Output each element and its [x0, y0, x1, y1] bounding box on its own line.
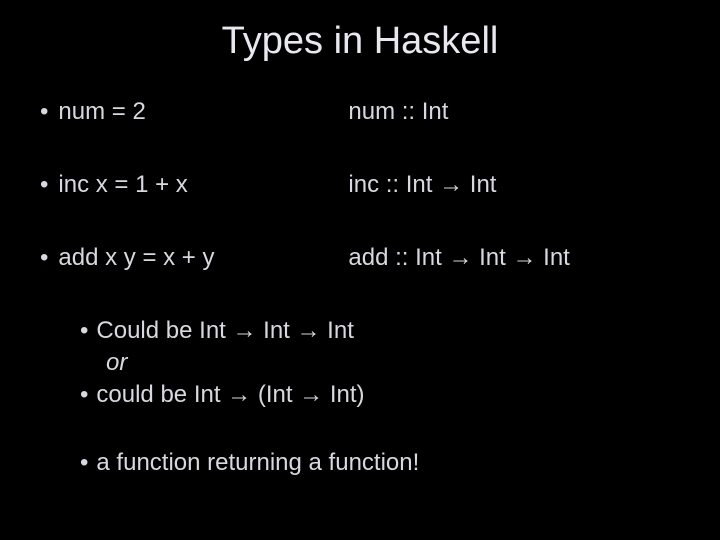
- definition-text: add x y = x + y: [58, 244, 348, 272]
- sub-bullets: • Could be Int → Int → Int or • could be…: [30, 317, 690, 477]
- sub-text: a function returning a function!: [96, 449, 419, 477]
- sub-text: Could be Int → Int → Int: [96, 317, 353, 345]
- sub-text: could be Int → (Int → Int): [96, 381, 364, 409]
- bullet-row-2: • inc x = 1 + x inc :: Int → Int: [40, 171, 690, 199]
- sub-bullet-2: • could be Int → (Int → Int): [80, 381, 690, 409]
- bullet-row-1: • num = 2 num :: Int: [40, 98, 690, 126]
- definition-text: num = 2: [58, 98, 348, 126]
- slide-title: Types in Haskell: [30, 20, 690, 63]
- type-text: inc :: Int → Int: [348, 171, 690, 199]
- bullet-icon: •: [80, 317, 88, 345]
- type-text: add :: Int → Int → Int: [348, 244, 690, 272]
- sub-bullet-3: • a function returning a function!: [80, 449, 690, 477]
- bullet-icon: •: [40, 244, 48, 272]
- definition-text: inc x = 1 + x: [58, 171, 348, 199]
- main-bullets: • num = 2 num :: Int • inc x = 1 + x inc…: [30, 98, 690, 272]
- bullet-icon: •: [40, 98, 48, 126]
- bullet-icon: •: [80, 449, 88, 477]
- bullet-icon: •: [40, 171, 48, 199]
- type-text: num :: Int: [348, 98, 690, 126]
- sub-bullet-1: • Could be Int → Int → Int: [80, 317, 690, 345]
- or-line: or: [80, 349, 690, 377]
- bullet-row-3: • add x y = x + y add :: Int → Int → Int: [40, 244, 690, 272]
- bullet-icon: •: [80, 381, 88, 409]
